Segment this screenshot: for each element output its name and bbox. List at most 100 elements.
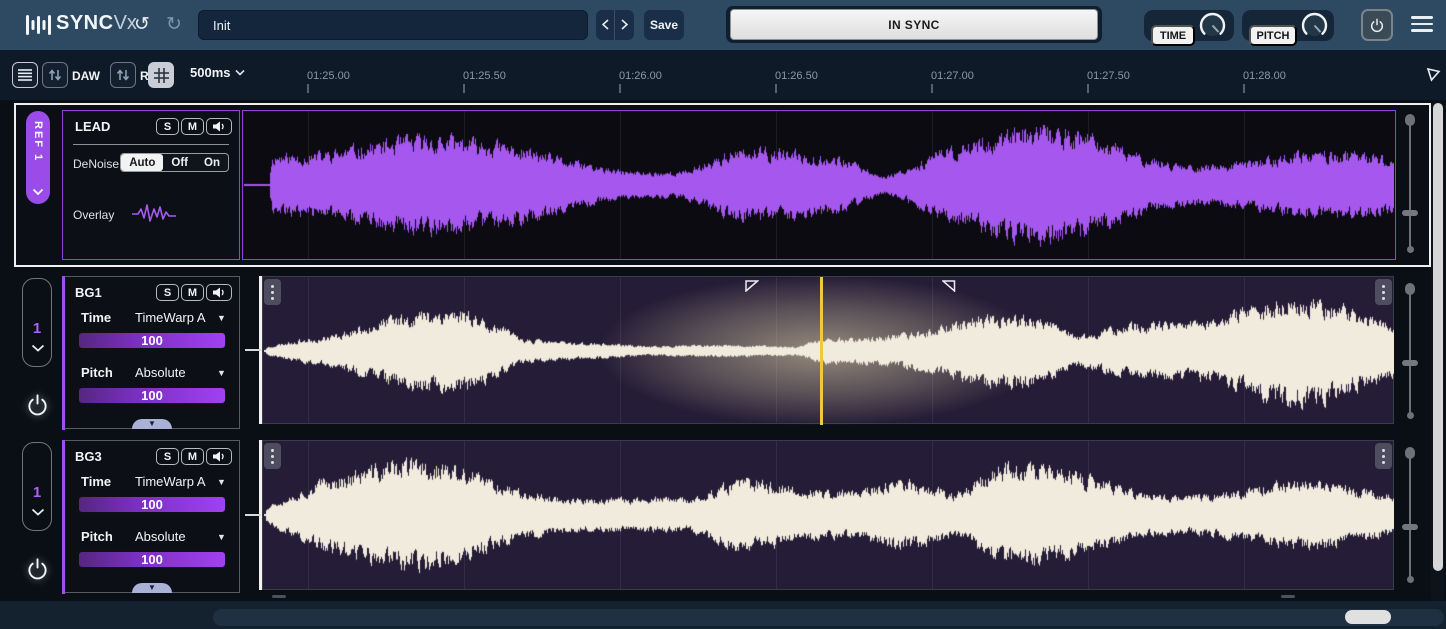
solo-button[interactable]: S [156, 448, 179, 465]
row-resize-handle[interactable] [272, 595, 286, 598]
undo-button[interactable]: ↺ [134, 12, 150, 38]
dropdown-arrow-icon[interactable]: ▼ [217, 532, 226, 542]
bg3-group-selector[interactable]: 1 [22, 442, 52, 531]
bg1-group-selector[interactable]: 1 [22, 278, 52, 367]
time-amount-value: 100 [141, 333, 163, 348]
warp-marker-left[interactable] [745, 280, 759, 292]
timeline-tick-mark [1243, 84, 1245, 93]
bg3-track-header: BG3 S M Time TimeWarp A ▼ 100 Pitch Abso… [62, 440, 240, 593]
pitch-mode-dropdown[interactable]: Absolute [135, 529, 186, 544]
pitch-amount-slider[interactable]: 100 [77, 550, 227, 569]
track-name: BG3 [75, 449, 102, 464]
chevron-down-icon [31, 344, 45, 352]
timeline-tick-label: 01:26.00 [619, 70, 662, 82]
pitch-button[interactable]: PITCH [1249, 25, 1297, 46]
ref-waveform-region[interactable] [242, 110, 1396, 260]
clip-menu-button[interactable] [264, 443, 281, 469]
power-icon [26, 555, 49, 580]
preset-nav [596, 10, 634, 40]
save-button[interactable]: Save [644, 10, 684, 40]
dropdown-arrow-icon[interactable]: ▼ [217, 477, 226, 487]
hamburger-icon [1411, 16, 1433, 19]
pitch-label: Pitch [81, 529, 113, 544]
time-amount-slider[interactable]: 100 [77, 331, 227, 350]
dropdown-arrow-icon[interactable]: ▼ [217, 313, 226, 323]
playhead[interactable] [820, 277, 823, 425]
bg1-waveform[interactable] [264, 278, 1394, 424]
clip-menu-button[interactable] [264, 279, 281, 305]
track-accent-strip [62, 276, 66, 430]
pitch-amount-slider[interactable]: 100 [77, 386, 227, 405]
listen-button[interactable] [206, 448, 232, 465]
horizontal-scrollbar-thumb[interactable] [1345, 610, 1391, 624]
timeline-tick-label: 01:26.50 [775, 70, 818, 82]
chevron-down-icon [31, 508, 45, 516]
mute-button[interactable]: M [181, 448, 204, 465]
track-accent-strip [62, 440, 66, 594]
follow-playhead-icon[interactable] [1424, 66, 1441, 83]
solo-button[interactable]: S [156, 284, 179, 301]
timeline-ruler[interactable]: 01:25.0001:25.5001:26.0001:26.5001:27.00… [0, 50, 1446, 100]
solo-button[interactable]: S [156, 118, 179, 135]
pitch-amount-value: 100 [141, 552, 163, 567]
time-button[interactable]: TIME [1151, 25, 1195, 46]
timeline-tick-mark [1087, 84, 1089, 93]
overlay-waveform-icon[interactable] [131, 201, 177, 227]
ref-waveform[interactable] [244, 112, 1394, 258]
expand-header-tab[interactable]: ▼ [132, 419, 172, 429]
preset-prev-button[interactable] [596, 10, 615, 40]
timeline-toolbar: DAW REF 500ms 01:25.0001: [0, 50, 1446, 100]
pitch-mode-dropdown[interactable]: Absolute [135, 365, 186, 380]
row-resize-handle[interactable] [1281, 595, 1295, 598]
brand-logo-icon [25, 12, 51, 38]
track-fader-thumb[interactable] [1402, 210, 1418, 216]
bypass-power-button[interactable] [1361, 9, 1393, 41]
horizontal-scrollbar-track[interactable] [213, 609, 1444, 626]
vertical-scrollbar-thumb[interactable] [1433, 103, 1443, 571]
speaker-icon [213, 451, 226, 462]
bg3-waveform-region[interactable] [262, 440, 1394, 590]
track-fader-bottom-dot [1407, 576, 1414, 583]
bg3-group-number: 1 [23, 484, 51, 501]
bg1-group-number: 1 [23, 320, 51, 337]
dropdown-arrow-icon[interactable]: ▼ [217, 368, 226, 378]
brand-bold: SYNC [56, 12, 114, 34]
time-knob[interactable] [1199, 12, 1226, 39]
warp-marker-right[interactable] [942, 280, 956, 292]
ref-group-pill[interactable]: REF 1 [26, 111, 50, 204]
pitch-knob[interactable] [1301, 12, 1328, 39]
mute-button[interactable]: M [181, 118, 204, 135]
track-fader-top-handle[interactable] [1405, 447, 1415, 459]
bg3-waveform[interactable] [264, 442, 1394, 588]
denoise-option-auto[interactable]: Auto [121, 154, 163, 171]
clip-menu-button[interactable] [1375, 279, 1392, 305]
bg1-power-button[interactable] [26, 391, 49, 419]
preset-next-button[interactable] [615, 10, 634, 40]
listen-button[interactable] [206, 118, 232, 135]
clip-menu-button[interactable] [1375, 443, 1392, 469]
divider [73, 144, 229, 145]
mute-button[interactable]: M [181, 284, 204, 301]
power-icon [26, 391, 49, 416]
clip-centerline-tick [245, 514, 261, 516]
denoise-label: DeNoise [73, 157, 119, 171]
track-fader-top-handle[interactable] [1405, 283, 1415, 295]
track-fader-thumb[interactable] [1402, 360, 1418, 366]
denoise-option-on[interactable]: On [196, 154, 228, 171]
overlay-label: Overlay [73, 208, 114, 222]
denoise-option-off[interactable]: Off [163, 154, 196, 171]
bg3-power-button[interactable] [26, 555, 49, 583]
track-fader-top-handle[interactable] [1405, 114, 1415, 126]
track-fader-thumb[interactable] [1402, 524, 1418, 530]
timeline-tick-mark [931, 84, 933, 93]
bg1-waveform-region[interactable] [262, 276, 1394, 424]
expand-header-tab[interactable]: ▼ [132, 583, 172, 593]
time-amount-slider[interactable]: 100 [77, 495, 227, 514]
time-mode-dropdown[interactable]: TimeWarp A [135, 474, 206, 489]
time-mode-dropdown[interactable]: TimeWarp A [135, 310, 206, 325]
redo-button[interactable]: ↻ [166, 12, 182, 38]
preset-input[interactable] [198, 10, 588, 40]
bg1-track-header: BG1 S M Time TimeWarp A ▼ 100 Pitch Abso… [62, 276, 240, 429]
menu-button[interactable] [1410, 16, 1434, 34]
listen-button[interactable] [206, 284, 232, 301]
